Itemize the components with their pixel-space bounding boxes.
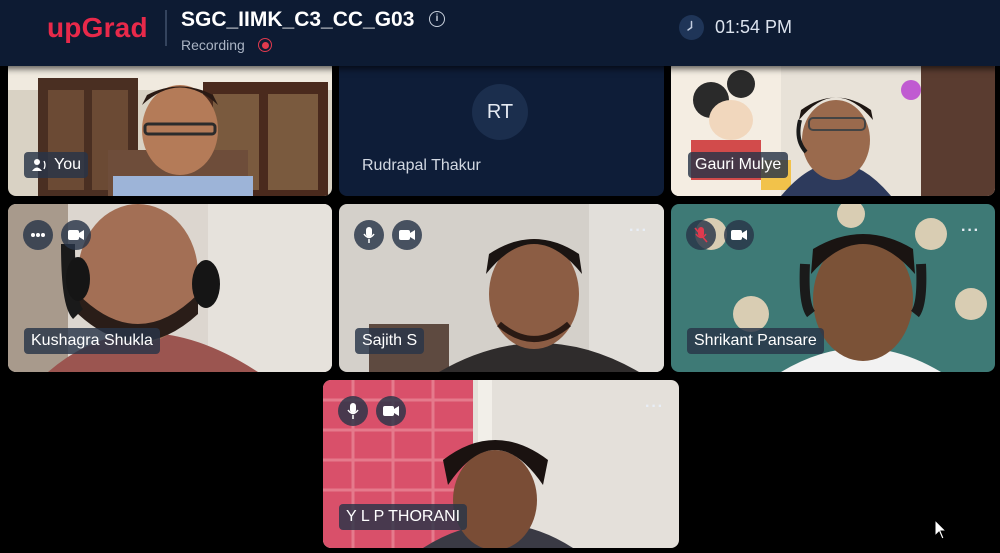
divider [165,10,167,46]
speaker-icon [32,158,48,177]
participant-name: Shrikant Pansare [687,328,824,354]
participant-name: Gauri Mulye [688,152,789,178]
video-tile-you[interactable]: You [8,60,332,196]
participant-name: Rudrapal Thakur [362,157,481,174]
upgrad-logo: upGrad [47,12,148,43]
video-tile-rudrapal-thakur[interactable]: RT Rudrapal Thakur [339,60,664,196]
video-tile-kushagra-shukla[interactable]: Kushagra Shukla [8,204,332,372]
recording-indicator-icon [258,38,272,52]
top-bar: upGrad SGC_IIMK_C3_CC_G03 i Recording 01… [0,0,1000,66]
avatar: RT [472,84,528,140]
camera-icon[interactable] [392,220,422,250]
more-options-icon[interactable]: ··· [629,222,648,240]
mic-icon[interactable] [354,220,384,250]
participant-name: Kushagra Shukla [24,328,160,354]
meeting-title: SGC_IIMK_C3_CC_G03 [181,8,415,31]
video-tile-shrikant-pansare[interactable]: ··· Shrikant Pansare [671,204,995,372]
video-tile-sajith-s[interactable]: ··· Sajith S [339,204,664,372]
more-options-icon[interactable]: ··· [645,398,664,416]
participant-name: Sajith S [355,328,425,354]
speaking-indicator-icon [23,220,53,250]
camera-icon[interactable] [724,220,754,250]
mouse-cursor-icon [934,518,948,546]
camera-icon[interactable] [376,396,406,426]
video-tile-gauri-mulye[interactable]: Gauri Mulye [671,60,995,196]
more-options-icon[interactable]: ··· [961,222,980,240]
clock-icon [679,15,704,40]
participant-name: Y L P THORANI [339,504,468,530]
info-icon[interactable]: i [429,11,445,27]
mic-icon[interactable] [338,396,368,426]
camera-icon[interactable] [61,220,91,250]
mic-muted-icon[interactable] [686,220,716,250]
participant-name: You [24,152,88,178]
clock-time: 01:54 PM [715,17,793,37]
video-tile-ylp-thorani[interactable]: ··· Y L P THORANI [323,380,679,548]
recording-label: Recording [181,37,245,53]
